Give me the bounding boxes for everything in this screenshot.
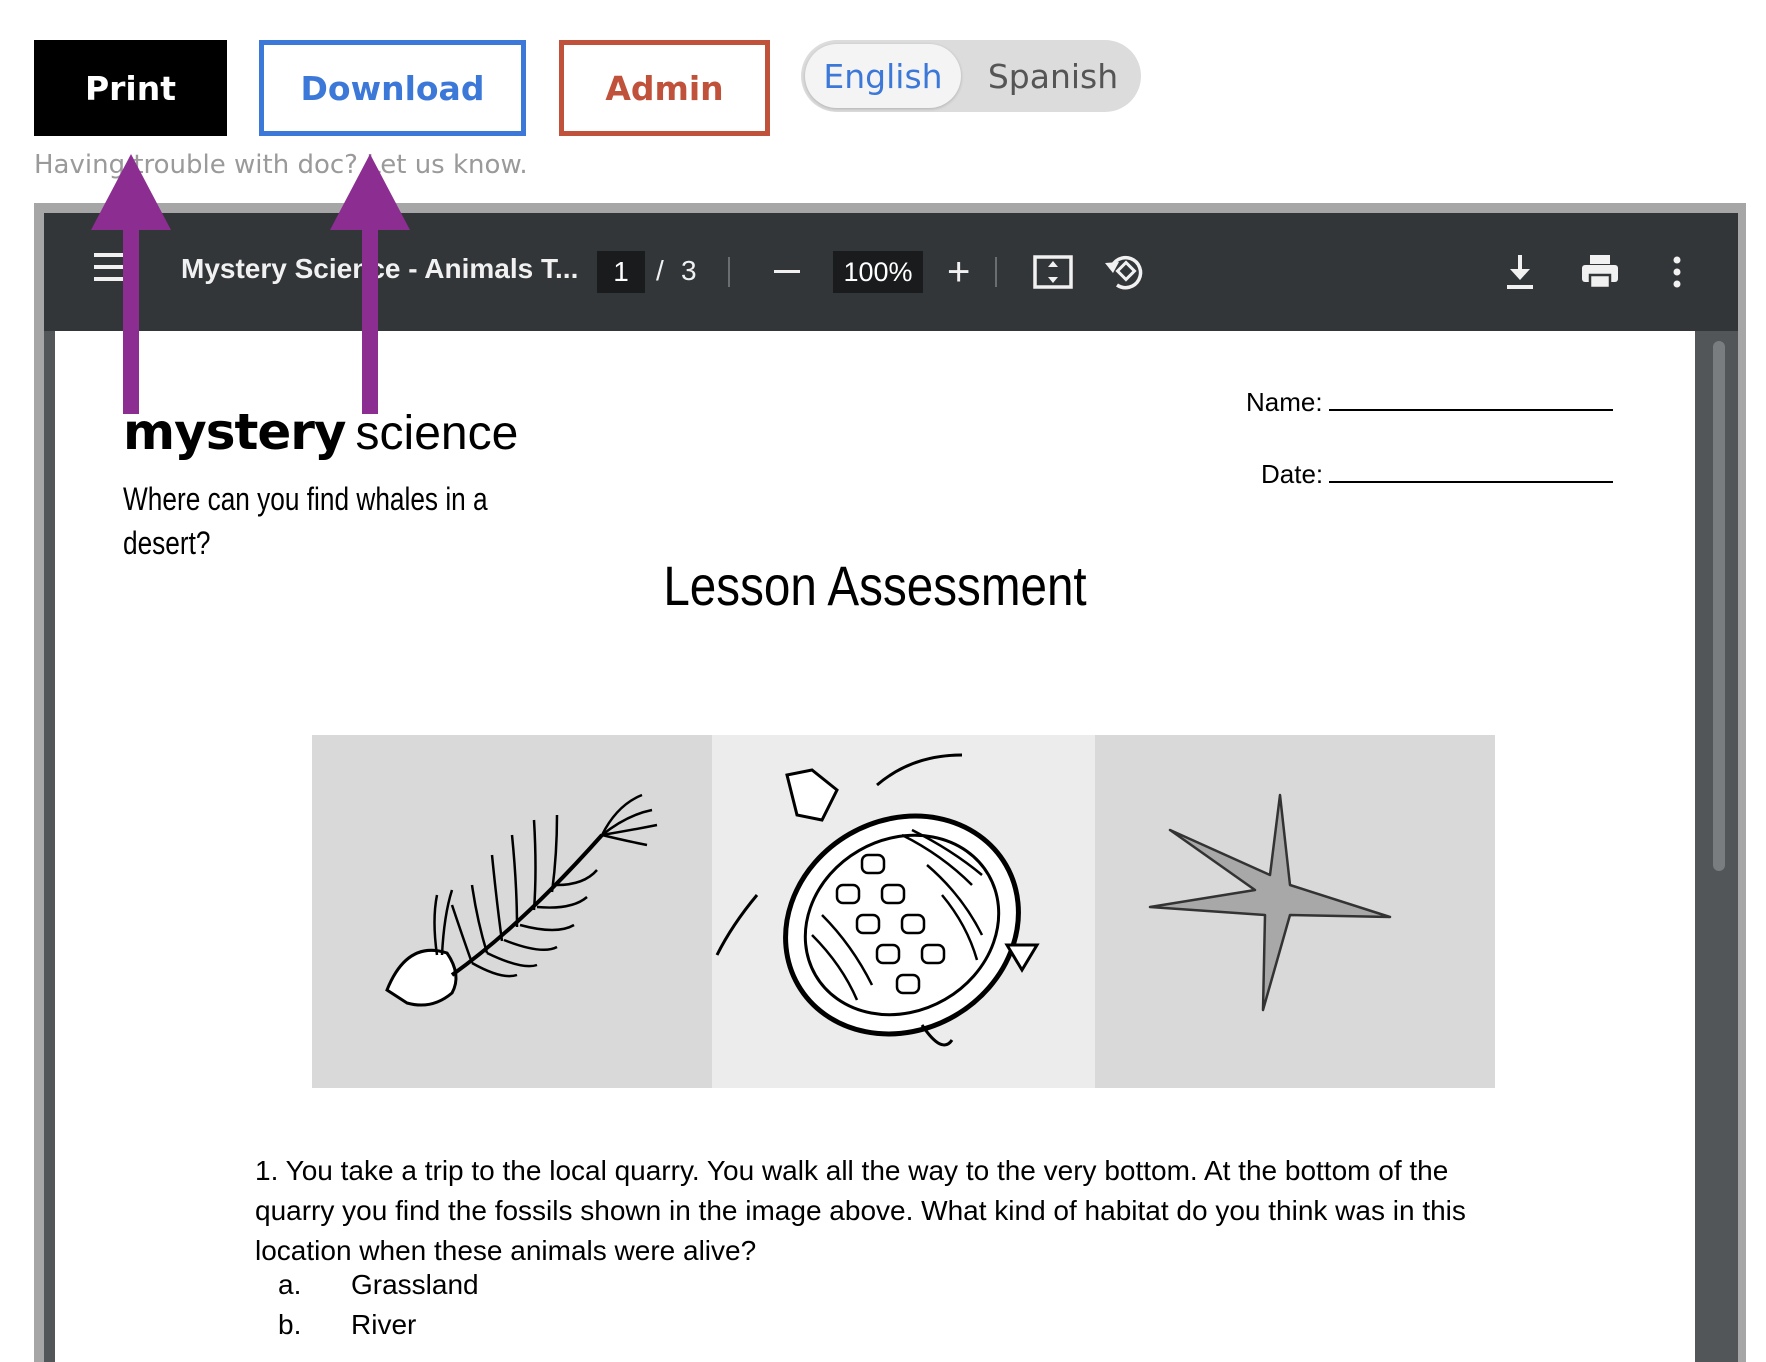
- mystery-science-logo: mystery science: [123, 403, 518, 467]
- rotate-icon[interactable]: [1101, 249, 1147, 295]
- print-icon[interactable]: [1577, 249, 1623, 295]
- option-letter: b.: [278, 1309, 302, 1340]
- answer-option: b. River: [278, 1309, 416, 1341]
- admin-button[interactable]: Admin: [559, 40, 770, 136]
- toolbar-divider: [728, 257, 730, 287]
- starfish-fossil-image: [1095, 735, 1495, 1088]
- pdf-toolbar: Mystery Science - Animals T... 1 / 3 100…: [44, 213, 1738, 331]
- page-total: 3: [681, 255, 697, 286]
- date-label: Date:: [1261, 459, 1324, 489]
- zoom-out-icon[interactable]: [774, 270, 800, 273]
- zoom-in-icon[interactable]: +: [947, 247, 970, 297]
- print-button[interactable]: Print: [34, 40, 227, 136]
- fit-page-icon[interactable]: [1030, 249, 1076, 295]
- pdf-viewer-body: Mystery Science - Animals T... 1 / 3 100…: [44, 213, 1738, 1362]
- logo-light-text: science: [355, 407, 519, 460]
- question-text: 1. You take a trip to the local quarry. …: [255, 1155, 1466, 1266]
- download-button[interactable]: Download: [259, 40, 526, 136]
- document-page: mystery science Where can you find whale…: [55, 331, 1695, 1362]
- language-toggle[interactable]: English Spanish: [801, 40, 1141, 112]
- lesson-subtitle: Where can you find whales in a desert?: [123, 481, 488, 561]
- fish-fossil-image: [312, 735, 712, 1088]
- toolbar-divider: [995, 257, 997, 287]
- date-field: Date:: [1261, 459, 1614, 490]
- scrollbar-thumb[interactable]: [1713, 341, 1725, 871]
- page-number-input[interactable]: 1: [597, 251, 645, 293]
- page-title: Lesson Assessment: [663, 554, 1087, 617]
- more-icon[interactable]: [1654, 249, 1700, 295]
- page: Print Download Admin English Spanish Hav…: [0, 0, 1766, 1362]
- answer-option: a. Grassland: [278, 1269, 479, 1301]
- language-option-english[interactable]: English: [805, 44, 961, 108]
- turtle-fossil-image: [712, 735, 1095, 1088]
- option-letter: a.: [278, 1269, 302, 1300]
- page-separator: /: [656, 255, 664, 286]
- arrow-up-icon: [330, 154, 410, 414]
- option-text: Grassland: [351, 1269, 479, 1300]
- date-underline: [1329, 459, 1614, 483]
- name-label: Name:: [1246, 387, 1323, 417]
- option-text: River: [351, 1309, 417, 1340]
- arrow-up-icon: [91, 154, 171, 414]
- fossil-images: [312, 735, 1495, 1088]
- zoom-input[interactable]: 100%: [833, 251, 923, 293]
- name-underline: [1328, 387, 1613, 411]
- name-field: Name:: [1246, 387, 1613, 418]
- pdf-viewer: Mystery Science - Animals T... 1 / 3 100…: [34, 203, 1746, 1362]
- scrollbar[interactable]: [1710, 341, 1728, 1362]
- language-option-spanish[interactable]: Spanish: [969, 40, 1137, 112]
- download-icon[interactable]: [1497, 249, 1543, 295]
